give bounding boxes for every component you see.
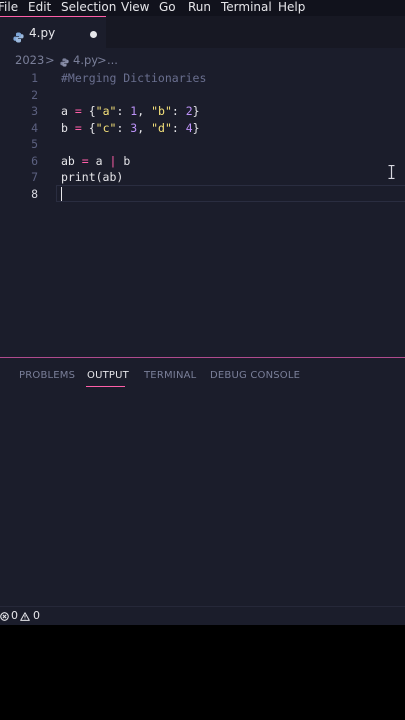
code-line-4: b = {"c": 3, "d": 4}: [61, 121, 200, 135]
text-caret: [61, 187, 62, 201]
menu-edit[interactable]: Edit: [28, 0, 51, 14]
vscode-window: File Edit Selection View Go Run Terminal…: [0, 0, 405, 625]
tab-output[interactable]: OUTPUT: [87, 370, 129, 381]
code-token: b: [61, 121, 68, 135]
code-editor[interactable]: 1 2 3 4 5 6 7 8 #Merging Dictionaries a …: [0, 70, 405, 358]
code-token: :: [171, 104, 186, 118]
breadcrumb-more[interactable]: ...: [107, 53, 118, 67]
menu-view[interactable]: View: [121, 0, 149, 14]
tab-debug-console[interactable]: DEBUG CONSOLE: [210, 370, 300, 381]
line-number: 3: [31, 104, 38, 118]
code-token: =: [67, 104, 89, 118]
line-number: 4: [31, 121, 38, 135]
code-line-3: a = {"a": 1, "b": 2}: [61, 104, 200, 118]
line-number: 6: [31, 154, 38, 168]
code-token: (ab): [95, 170, 124, 184]
current-line-highlight: [56, 185, 405, 202]
error-circle-icon[interactable]: [0, 611, 9, 624]
output-panel[interactable]: [0, 390, 405, 604]
breadcrumb-folder[interactable]: 2023: [15, 53, 44, 67]
code-token: "c": [95, 121, 117, 135]
code-token: }: [192, 121, 200, 135]
code-token: 4: [185, 121, 193, 135]
line-number-active: 8: [31, 187, 38, 201]
breadcrumb-separator: >: [45, 53, 55, 67]
menu-help[interactable]: Help: [278, 0, 305, 14]
code-token: ,: [137, 104, 152, 118]
line-number: 2: [31, 88, 38, 102]
warning-triangle-icon[interactable]: [20, 611, 30, 624]
active-tab-indicator: [86, 386, 125, 387]
code-token: :: [116, 104, 131, 118]
menu-run[interactable]: Run: [188, 0, 211, 14]
code-token: ab: [61, 154, 75, 168]
code-token: a: [61, 104, 68, 118]
code-token: |: [102, 154, 124, 168]
code-comment: #Merging Dictionaries: [61, 71, 207, 85]
code-token: {: [88, 104, 96, 118]
status-bar: 0 0: [0, 606, 405, 625]
breadcrumb-file[interactable]: 4.py: [73, 53, 98, 67]
tab-terminal[interactable]: TERMINAL: [144, 370, 196, 381]
warning-count[interactable]: 0: [33, 609, 40, 622]
panel-tab-bar: PROBLEMS OUTPUT TERMINAL DEBUG CONSOLE: [0, 362, 405, 388]
menu-go[interactable]: Go: [159, 0, 176, 14]
code-token: :: [171, 121, 186, 135]
code-token: print: [61, 170, 96, 184]
code-token: :: [116, 121, 131, 135]
code-token: "d": [151, 121, 172, 135]
code-line-7: print(ab): [61, 170, 123, 184]
code-line-6: ab = a | b: [61, 154, 130, 168]
error-count[interactable]: 0: [11, 609, 18, 622]
code-token: b: [123, 154, 131, 168]
panel-border[interactable]: [0, 357, 405, 358]
ibeam-cursor-icon: [388, 164, 395, 183]
breadcrumb: 2023 > 4.py > ...: [0, 52, 405, 68]
tab-4py[interactable]: 4.py: [0, 16, 106, 48]
code-token: ,: [137, 121, 152, 135]
code-token: =: [74, 154, 96, 168]
tab-problems[interactable]: PROBLEMS: [19, 370, 75, 381]
python-file-icon: [13, 28, 24, 47]
line-number: 1: [31, 71, 38, 85]
code-token: }: [192, 104, 200, 118]
code-token: =: [67, 121, 89, 135]
line-number: 7: [31, 170, 38, 184]
menu-bar: File Edit Selection View Go Run Terminal…: [0, 0, 405, 16]
python-file-icon: [60, 56, 69, 70]
code-line-1: #Merging Dictionaries: [61, 71, 206, 85]
unsaved-dot-icon[interactable]: [90, 31, 97, 38]
code-token: "b": [151, 104, 172, 118]
code-token: {: [88, 121, 96, 135]
menu-selection[interactable]: Selection: [61, 0, 116, 14]
tab-label: 4.py: [29, 26, 56, 40]
code-token: a: [95, 154, 103, 168]
code-token: 2: [185, 104, 193, 118]
menu-file[interactable]: File: [0, 0, 18, 14]
code-token: "a": [95, 104, 117, 118]
line-number: 5: [31, 137, 38, 151]
menu-terminal[interactable]: Terminal: [221, 0, 272, 14]
breadcrumb-separator: >: [97, 53, 107, 67]
editor-tab-bar: 4.py: [0, 16, 405, 48]
